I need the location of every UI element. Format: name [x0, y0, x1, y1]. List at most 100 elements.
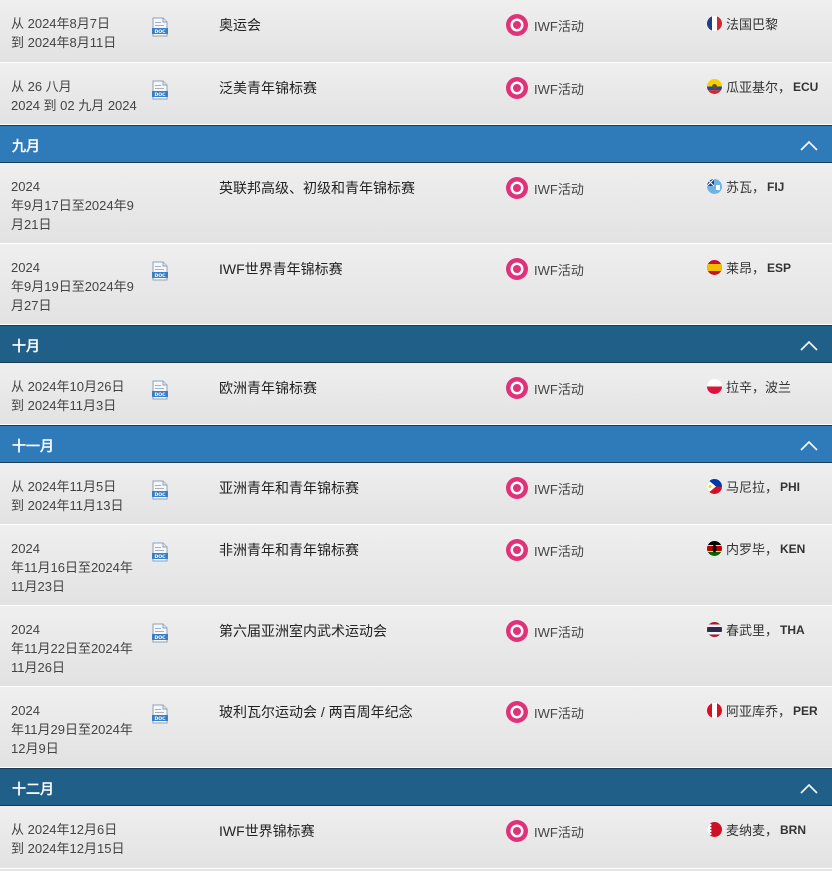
doc-icon[interactable]: DOC	[151, 261, 169, 281]
event-city: 拉辛，波兰	[726, 380, 792, 395]
event-location: 瓜亚基尔， ECU	[707, 77, 818, 96]
doc-icon[interactable]: DOC	[151, 80, 169, 100]
event-title[interactable]: 奥运会	[219, 15, 261, 35]
iwf-logo-icon	[505, 700, 529, 724]
flag-esp-icon	[707, 260, 722, 275]
doc-icon[interactable]: DOC	[151, 623, 169, 643]
event-city: 苏瓦，	[726, 180, 766, 195]
event-type-label: IWF活动	[534, 481, 584, 497]
month-title: 十月	[12, 338, 40, 354]
event-date: 从 2024年11月5日到 2024年11月13日	[11, 477, 141, 515]
month-title: 九月	[12, 138, 40, 154]
event-date: 从 2024年12月6日到 2024年12月15日	[11, 820, 141, 858]
doc-icon[interactable]: DOC	[151, 542, 169, 562]
event-calendar-list: 从 2024年8月7日到 2024年8月11日 DOC 奥运会 IWF活动 法国巴黎从 …	[0, 0, 832, 869]
event-date-line: 到 2024年12月15日	[11, 841, 125, 856]
iwf-logo-icon	[505, 619, 529, 643]
event-date-line: 2024	[11, 703, 40, 718]
event-row: 2024 年9月17日至2024年9 月21日 英联邦高级、初级和青年锦标赛 IWF活动…	[0, 163, 832, 244]
month-header[interactable]: 十一月	[0, 425, 832, 463]
event-location: 莱昂， ESP	[707, 258, 791, 277]
chevron-up-icon[interactable]	[800, 782, 818, 794]
event-date-line: 到 2024年11月13日	[11, 498, 124, 513]
flag-per-icon	[707, 703, 722, 718]
doc-icon[interactable]: DOC	[151, 17, 169, 37]
event-location: 苏瓦， FIJ	[707, 177, 784, 196]
flag-fra-icon	[707, 16, 722, 31]
doc-icon[interactable]: DOC	[151, 380, 169, 400]
event-date-line: 从 2024年8月7日	[11, 16, 110, 31]
event-title[interactable]: 第六届亚洲室内武术运动会	[219, 621, 387, 641]
event-row: 从 26 八月 2024 到 02 九月 2024 DOC 泛美青年锦标赛 IWF活动 瓜…	[0, 63, 832, 125]
event-type: IWF活动	[505, 700, 584, 724]
event-country-code: PHI	[780, 479, 801, 494]
chevron-up-icon[interactable]	[800, 339, 818, 351]
month-header[interactable]: 十二月	[0, 768, 832, 806]
doc-icon[interactable]: DOC	[151, 704, 169, 724]
svg-text:DOC: DOC	[154, 392, 166, 398]
event-title[interactable]: IWF世界锦标赛	[219, 821, 315, 841]
event-country-code: BRN	[780, 822, 807, 837]
event-date-line: 年9月17日至2024年9	[11, 198, 134, 213]
event-date: 2024 年11月16日至2024年 11月23日	[11, 539, 141, 596]
event-date: 2024 年11月22日至2024年 11月26日	[11, 620, 141, 677]
event-location: 阿亚库乔， PER	[707, 701, 818, 720]
event-row: 从 2024年11月5日到 2024年11月13日 DOC 亚洲青年和青年锦标赛 IW…	[0, 463, 832, 525]
event-row: 2024 年11月22日至2024年 11月26日 DOC 第六届亚洲室内武术运动会 IW…	[0, 606, 832, 687]
iwf-logo-icon	[505, 13, 529, 37]
flag-ken-icon	[707, 541, 722, 556]
flag-ecu-icon	[707, 79, 722, 94]
event-title[interactable]: 英联邦高级、初级和青年锦标赛	[219, 178, 415, 198]
event-location: 拉辛，波兰	[707, 377, 791, 396]
event-city: 瓜亚基尔，	[726, 80, 792, 95]
event-type: IWF活动	[505, 476, 584, 500]
svg-text:DOC: DOC	[154, 29, 166, 35]
event-title[interactable]: 亚洲青年和青年锦标赛	[219, 478, 359, 498]
event-type-label: IWF活动	[534, 824, 584, 840]
iwf-logo-icon	[505, 257, 529, 281]
event-country-code: KEN	[780, 541, 806, 556]
event-date-line: 从 26 八月	[11, 79, 72, 94]
event-title[interactable]: 非洲青年和青年锦标赛	[219, 540, 359, 560]
event-date-line: 12月9日	[11, 741, 59, 756]
svg-text:DOC: DOC	[154, 716, 166, 722]
event-country-code: THA	[780, 622, 805, 637]
event-title[interactable]: 欧洲青年锦标赛	[219, 378, 317, 398]
svg-text:DOC: DOC	[154, 92, 166, 98]
flag-brn-icon	[707, 822, 722, 837]
event-country-code: FIJ	[767, 179, 785, 194]
event-type: IWF活动	[505, 76, 584, 100]
event-location: 马尼拉， PHI	[707, 477, 800, 496]
month-header[interactable]: 十月	[0, 325, 832, 363]
flag-fji-icon	[707, 179, 722, 194]
month-header[interactable]: 九月	[0, 125, 832, 163]
flag-pol-icon	[707, 379, 722, 394]
event-type-label: IWF活动	[534, 705, 584, 721]
event-date: 2024 年11月29日至2024年 12月9日	[11, 701, 141, 758]
event-type: IWF活动	[505, 819, 584, 843]
svg-text:DOC: DOC	[154, 635, 166, 641]
event-row: 2024 年11月29日至2024年 12月9日 DOC 玻利瓦尔运动会 / 两百周年纪…	[0, 687, 832, 768]
event-date-line: 从 2024年12月6日	[11, 822, 118, 837]
event-country-code: ECU	[793, 79, 819, 94]
event-date-line: 从 2024年11月5日	[11, 479, 117, 494]
event-date-line: 11月23日	[11, 579, 65, 594]
event-row: 从 2024年8月7日到 2024年8月11日 DOC 奥运会 IWF活动 法国巴黎	[0, 0, 832, 63]
flag-tha-icon	[707, 622, 722, 637]
event-city: 麦纳麦，	[726, 823, 779, 838]
iwf-logo-icon	[505, 376, 529, 400]
event-city: 莱昂，	[726, 261, 766, 276]
event-type-label: IWF活动	[534, 81, 584, 97]
chevron-up-icon[interactable]	[800, 439, 818, 451]
event-type-label: IWF活动	[534, 181, 584, 197]
event-title[interactable]: IWF世界青年锦标赛	[219, 259, 343, 279]
event-type-label: IWF活动	[534, 18, 584, 34]
event-type-label: IWF活动	[534, 543, 584, 559]
event-date-line: 到 2024年11月3日	[11, 398, 117, 413]
event-title[interactable]: 玻利瓦尔运动会 / 两百周年纪念	[219, 702, 413, 722]
chevron-up-icon[interactable]	[800, 139, 818, 151]
event-type: IWF活动	[505, 176, 584, 200]
event-title[interactable]: 泛美青年锦标赛	[219, 78, 317, 98]
event-country-code: PER	[793, 703, 818, 718]
doc-icon[interactable]: DOC	[151, 480, 169, 500]
